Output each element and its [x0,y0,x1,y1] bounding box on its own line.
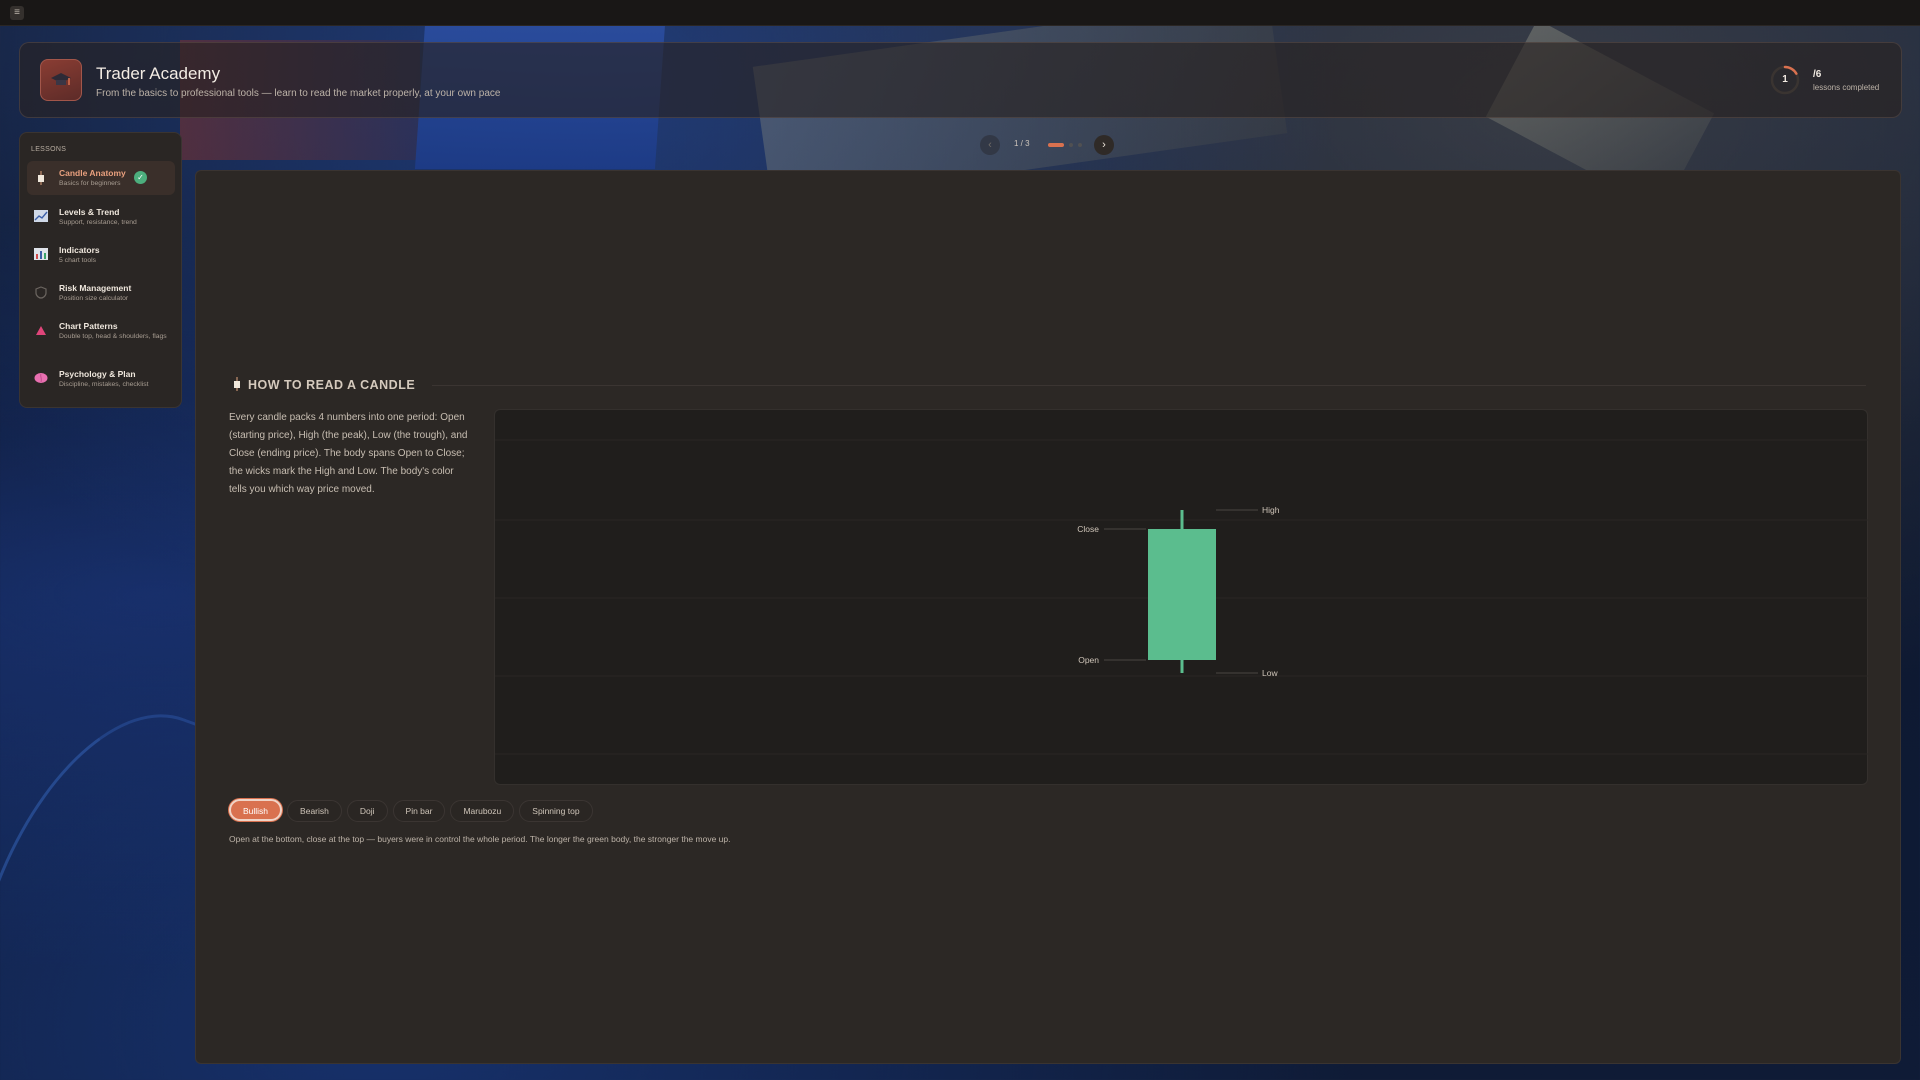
app-subtitle: From the basics to professional tools — … [96,88,501,99]
sidebar-item-sublabel: 5 chart tools [59,257,97,264]
candle-diagram: High Close Open Low [494,409,1869,785]
label-high: High [1262,505,1280,515]
sidebar-item-indicators[interactable]: Indicators 5 chart tools [27,238,175,272]
sidebar-item-candle-anatomy[interactable]: Candle Anatomy Basics for beginners ✓ [27,161,175,195]
progress-completed: 1 [1782,74,1788,85]
triangle-icon [34,326,48,340]
bar-chart-icon [34,248,48,262]
menu-icon[interactable]: ≡ [10,6,24,20]
candle-type-doji[interactable]: Doji [346,800,388,822]
graduation-cap-icon [40,59,82,101]
candle-icon [34,171,48,185]
sidebar-item-chart-patterns[interactable]: Chart Patterns Double top, head & should… [27,314,175,358]
sidebar-item-sublabel: Discipline, mistakes, checklist [59,381,149,388]
candle-type-bullish[interactable]: Bullish [229,799,283,821]
label-open: Open [1078,655,1099,665]
trend-chart-icon [34,210,48,224]
pager-dot-active[interactable] [1048,143,1064,147]
sidebar-item-label: Chart Patterns [59,321,118,331]
section-description: Every candle packs 4 numbers into one pe… [229,412,468,495]
candle-body [1148,529,1216,660]
sidebar-item-risk-management[interactable]: Risk Management Position size calculator [27,276,175,310]
app-title: Trader Academy [96,64,221,83]
pager-count: 1 / 3 [1014,139,1030,148]
divider [432,385,1866,386]
lessons-sidebar: LESSONS Candle Anatomy Basics for beginn… [19,132,182,408]
label-low: Low [1262,668,1278,678]
section-header: HOW TO READ A CANDLE [232,377,1866,393]
lesson-panel: HOW TO READ A CANDLE Every candle packs … [195,170,1901,1064]
candle-type-bearish[interactable]: Bearish [287,800,342,822]
progress-label: lessons completed [1813,83,1880,92]
shield-icon [34,286,48,300]
candle-type-selector: Bullish Bearish Doji Pin bar Marubozu Spinnin… [229,799,598,823]
label-close: Close [1077,524,1099,534]
sidebar-item-psychology-plan[interactable]: Psychology & Plan Discipline, mistakes, … [27,362,175,396]
sidebar-item-sublabel: Support, resistance, trend [59,219,137,226]
sidebar-heading: LESSONS [31,146,67,153]
top-bar: ≡ [0,0,1920,26]
sidebar-item-label: Psychology & Plan [59,369,136,379]
chevron-left-icon[interactable]: ‹ [980,135,1000,155]
sidebar-item-sublabel: Double top, head & shoulders, flags [59,333,167,340]
sidebar-item-sublabel: Position size calculator [59,295,129,302]
progress-total: /6 [1813,69,1822,80]
app-header: Trader Academy From the basics to profes… [19,42,1902,118]
pager-dot[interactable] [1078,143,1082,147]
candle-type-pin-bar[interactable]: Pin bar [392,800,446,822]
brain-icon [34,372,48,386]
section-title: HOW TO READ A CANDLE [248,378,416,392]
candle-type-spinning-top[interactable]: Spinning top [519,800,593,822]
slide-pager: ‹ 1 / 3 › [980,135,1120,155]
candle-type-description: Open at the bottom, close at the top — b… [229,834,731,844]
checkmark-icon: ✓ [134,171,147,184]
sidebar-item-label: Candle Anatomy [59,168,126,178]
sidebar-item-label: Levels & Trend [59,207,120,217]
sidebar-item-label: Risk Management [59,283,132,293]
sidebar-item-label: Indicators [59,245,100,255]
candle-icon [232,377,244,391]
sidebar-item-sublabel: Basics for beginners [59,180,121,187]
chevron-right-icon[interactable]: › [1094,135,1114,155]
sidebar-item-levels-trend[interactable]: Levels & Trend Support, resistance, tren… [27,200,175,234]
candle-diagram-svg: High Close Open Low [495,439,1869,755]
candle-type-marubozu[interactable]: Marubozu [450,800,515,822]
pager-dot[interactable] [1069,143,1073,147]
